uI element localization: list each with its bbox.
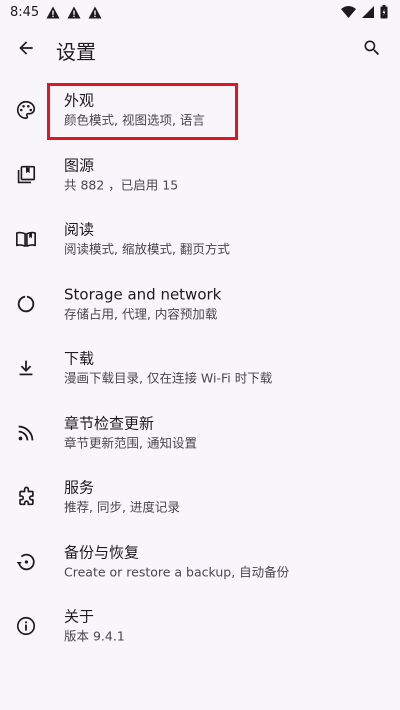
search-button[interactable] [348,26,396,74]
settings-item-subtitle: 漫画下载目录, 仅在连接 Wi-Fi 时下载 [64,370,273,386]
info-icon [14,614,38,638]
restore-icon [14,550,38,574]
settings-list: 外观 颜色模式, 视图选项, 语言 图源 共 882 ，已启用 15 阅读 阅读… [0,78,400,659]
back-button[interactable] [2,26,50,74]
signal-icon [362,6,374,18]
status-time: 8:45 [10,4,40,20]
wifi-icon [341,6,356,18]
settings-item-title: 下载 [64,349,95,368]
settings-item-about[interactable]: 关于 版本 9.4.1 [0,594,400,659]
settings-item-title: 阅读 [64,220,95,239]
rss-icon [14,421,38,445]
settings-item-subtitle: 阅读模式, 缩放模式, 翻页方式 [64,241,230,257]
settings-item-title: Storage and network [64,285,222,304]
app-bar: 设置 [0,24,400,76]
settings-item-backup[interactable]: 备份与恢复 Create or restore a backup, 自动备份 [0,530,400,595]
settings-item-sources[interactable]: 图源 共 882 ，已启用 15 [0,143,400,208]
battery-icon [380,5,388,19]
settings-item-subtitle: 共 882 ，已启用 15 [64,177,179,193]
alert-icon [67,6,81,19]
page-title: 设置 [56,39,96,64]
settings-item-title: 备份与恢复 [64,543,140,562]
settings-item-storage[interactable]: Storage and network 存储占用, 代理, 内容预加载 [0,272,400,337]
palette-icon [14,98,38,122]
status-bar: 8:45 [0,0,400,24]
settings-item-title: 外观 [64,91,95,110]
download-icon [14,356,38,380]
alert-icon [88,6,102,19]
settings-item-reading[interactable]: 阅读 阅读模式, 缩放模式, 翻页方式 [0,207,400,272]
storage-ring-icon [14,292,38,316]
settings-item-subtitle: 推荐, 同步, 进度记录 [64,499,180,515]
search-icon [362,38,382,62]
settings-item-title: 关于 [64,607,95,626]
settings-item-downloads[interactable]: 下载 漫画下载目录, 仅在连接 Wi-Fi 时下载 [0,336,400,401]
settings-item-subtitle: 存储占用, 代理, 内容预加载 [64,306,218,322]
book-icon [14,227,38,251]
arrow-back-icon [16,38,36,62]
alert-icon [46,6,60,19]
settings-item-subtitle: Create or restore a backup, 自动备份 [64,564,290,580]
library-icon [14,163,38,187]
settings-item-appearance[interactable]: 外观 颜色模式, 视图选项, 语言 [0,78,400,143]
settings-item-title: 服务 [64,478,95,497]
puzzle-icon [14,485,38,509]
settings-item-updates[interactable]: 章节检查更新 章节更新范围, 通知设置 [0,401,400,466]
settings-item-title: 图源 [64,156,95,175]
settings-item-subtitle: 颜色模式, 视图选项, 语言 [64,112,205,128]
settings-item-subtitle: 版本 9.4.1 [64,628,125,644]
settings-item-title: 章节检查更新 [64,414,155,433]
settings-item-subtitle: 章节更新范围, 通知设置 [64,435,197,451]
settings-item-services[interactable]: 服务 推荐, 同步, 进度记录 [0,465,400,530]
